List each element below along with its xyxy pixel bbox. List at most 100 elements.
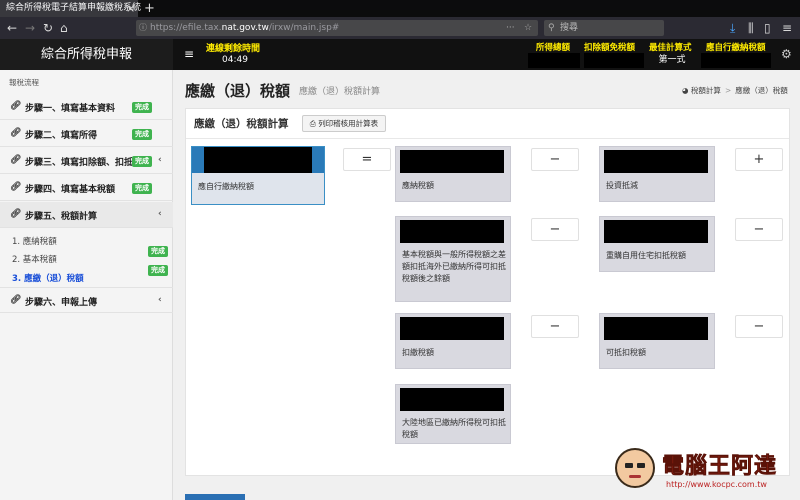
card-basic-tax-diff[interactable]: 基本稅額與一般所得稅額之差額扣抵海外已繳納所得可扣抵稅額後之餘額 (395, 216, 511, 302)
gear-icon[interactable]: ⚙ (781, 39, 792, 70)
status-badge: 完成 (148, 246, 168, 257)
card-label: 重購自用住宅扣抵稅額 (606, 251, 686, 260)
divider (186, 138, 789, 139)
url-bar[interactable]: ⓘ https://efile.tax.nat.gov.tw/irxw/main… (136, 20, 538, 36)
minus-operator: − (531, 218, 579, 241)
sidebar-icon[interactable]: ▯ (764, 17, 771, 39)
redacted-value (604, 150, 708, 173)
step-label: 步驟一、填寫基本資料 (25, 104, 116, 114)
card-label: 應自行繳納稅額 (198, 182, 254, 191)
status-badge: 完成 (132, 102, 152, 113)
sidebar-step-2[interactable]: 🔗︎ 步驟二、填寫所得 完成 (0, 121, 173, 147)
substep-basic-tax[interactable]: 2. 基本稅額 (12, 253, 57, 265)
dashboard-icon: ◕ (682, 86, 689, 95)
flow-label: 報稅流程 (9, 78, 39, 87)
link-icon: 🔗︎ (10, 209, 22, 219)
overflow-menu-icon[interactable]: ≡ (782, 17, 792, 39)
equals-operator: = (343, 148, 391, 171)
printer-icon: ⎙ (309, 119, 316, 128)
deduction-label: 扣除額免稅額 (584, 43, 636, 53)
menu-toggle-icon[interactable]: ≡ (184, 39, 194, 70)
sidebar-step-3[interactable]: 🔗︎ 步驟三、填寫扣除額、扣抵 完成 ‹ (0, 148, 173, 174)
search-icon: ⚲ (548, 23, 555, 33)
search-input[interactable]: ⚲ 搜尋 (544, 20, 664, 36)
card-home-loan-credit[interactable]: 重購自用住宅扣抵稅額 (599, 216, 715, 272)
card-mainland-tax[interactable]: 大陸地區已繳納所得稅可扣抵稅額 (395, 384, 511, 444)
close-tab-icon[interactable]: × (126, 0, 135, 17)
card-withheld-tax[interactable]: 扣繳稅額 (395, 313, 511, 369)
page-actions-icon[interactable]: ··· (506, 20, 515, 36)
sidebar-step-5[interactable]: 🔗︎ 步驟五、稅額計算 ‹ (0, 202, 173, 228)
step-label: 步驟二、填寫所得 (25, 131, 98, 141)
link-icon: 🔗︎ (10, 295, 22, 305)
print-button-label: 列印稽核用計算表 (318, 119, 379, 128)
card-label: 基本稅額與一般所得稅額之差額扣抵海外已繳納所得可扣抵稅額後之餘額 (402, 250, 506, 283)
card-label: 大陸地區已繳納所得稅可扣抵稅額 (402, 418, 506, 439)
watermark: 電腦王阿達 http://www.kocpc.com.tw (610, 446, 800, 500)
url-path: /irxw/main.jsp# (268, 23, 340, 33)
minus-operator: − (531, 315, 579, 338)
sidebar-step-4[interactable]: 🔗︎ 步驟四、填寫基本稅額 完成 (0, 175, 173, 201)
link-icon: 🔗︎ (10, 155, 22, 165)
sidebar: 報稅流程 🔗︎ 步驟一、填寫基本資料 完成 🔗︎ 步驟二、填寫所得 完成 🔗︎ … (0, 70, 173, 500)
browser-nav-bar: ← → ↻ ⌂ ⓘ https://efile.tax.nat.gov.tw/i… (0, 17, 800, 39)
browser-tab-bar: 綜合所得稅電子結算申報繳稅系統 × + (0, 0, 800, 17)
substep-tax-due[interactable]: 3. 應繳（退）稅額 (12, 272, 84, 284)
page-title: 應繳（退）稅額 (185, 82, 291, 100)
library-icon[interactable]: ⫼ (748, 17, 754, 39)
download-icon[interactable]: ⤓ (730, 17, 735, 39)
plus-operator: + (735, 148, 783, 171)
step-label: 步驟四、填寫基本稅額 (25, 185, 116, 195)
best-method-value: 第一式 (658, 55, 686, 65)
panel-title: 應繳（退）稅額計算 (194, 118, 289, 130)
home-icon[interactable]: ⌂ (60, 17, 68, 39)
chevron-left-icon: ‹ (158, 209, 162, 219)
redacted-value (400, 150, 504, 173)
chevron-left-icon: ‹ (158, 155, 162, 165)
card-creditable-tax[interactable]: 可抵扣稅額 (599, 313, 715, 369)
search-placeholder: 搜尋 (560, 23, 579, 33)
bookmark-star-icon[interactable]: ☆ (524, 20, 532, 36)
substep-tax-payable[interactable]: 1. 應納稅額 (12, 235, 57, 247)
breadcrumb-current: 應繳（退）稅額 (735, 86, 788, 95)
card-investment-credit[interactable]: 投資抵減 (599, 146, 715, 202)
status-badge: 完成 (132, 129, 152, 140)
redacted-value (604, 317, 708, 340)
best-method-label: 最佳計算式 (649, 43, 692, 53)
timer-label: 連線剩餘時間 (206, 44, 261, 54)
info-icon[interactable]: ⓘ (139, 20, 147, 36)
watermark-title: 電腦王阿達 (662, 454, 778, 480)
breadcrumb-separator: > (724, 86, 732, 95)
timer-value: 04:49 (222, 55, 248, 65)
status-badge: 完成 (148, 265, 168, 276)
mascot-face-icon (615, 448, 655, 488)
redacted-value (400, 220, 504, 243)
card-label: 投資抵減 (606, 181, 638, 190)
breadcrumb-home[interactable]: 稅額計算 (691, 86, 721, 95)
card-label: 應納稅額 (402, 181, 434, 190)
browser-tab[interactable]: 綜合所得稅電子結算申報繳稅系統 × (0, 0, 141, 17)
print-audit-sheet-button[interactable]: ⎙ 列印稽核用計算表 (302, 115, 386, 132)
sidebar-step-1[interactable]: 🔗︎ 步驟一、填寫基本資料 完成 (0, 94, 173, 120)
watermark-url: http://www.kocpc.com.tw (666, 480, 767, 489)
redacted-value (204, 147, 312, 173)
app-title: 綜合所得稅申報 (0, 39, 173, 70)
step-label: 步驟六、申報上傳 (25, 298, 98, 308)
card-label: 扣繳稅額 (402, 348, 434, 357)
back-icon[interactable]: ← (7, 17, 17, 39)
reload-icon[interactable]: ↻ (43, 17, 53, 39)
bottom-button-edge[interactable] (185, 494, 245, 500)
link-icon: 🔗︎ (10, 128, 22, 138)
breadcrumb: ◕ 稅額計算 > 應繳（退）稅額 (682, 85, 788, 96)
forward-icon[interactable]: → (25, 17, 35, 39)
url-prefix: https://efile.tax. (150, 23, 222, 33)
link-icon: 🔗︎ (10, 101, 22, 111)
card-tax-payable[interactable]: 應納稅額 (395, 146, 511, 202)
sidebar-step-6[interactable]: 🔗︎ 步驟六、申報上傳 ‹ (0, 287, 173, 313)
minus-operator: − (735, 315, 783, 338)
card-self-pay[interactable]: 應自行繳納稅額 (191, 146, 325, 205)
minus-operator: − (531, 148, 579, 171)
new-tab-icon[interactable]: + (144, 0, 155, 17)
step-label: 步驟三、填寫扣除額、扣抵 (25, 158, 134, 168)
self-pay-value-redacted (701, 53, 771, 68)
